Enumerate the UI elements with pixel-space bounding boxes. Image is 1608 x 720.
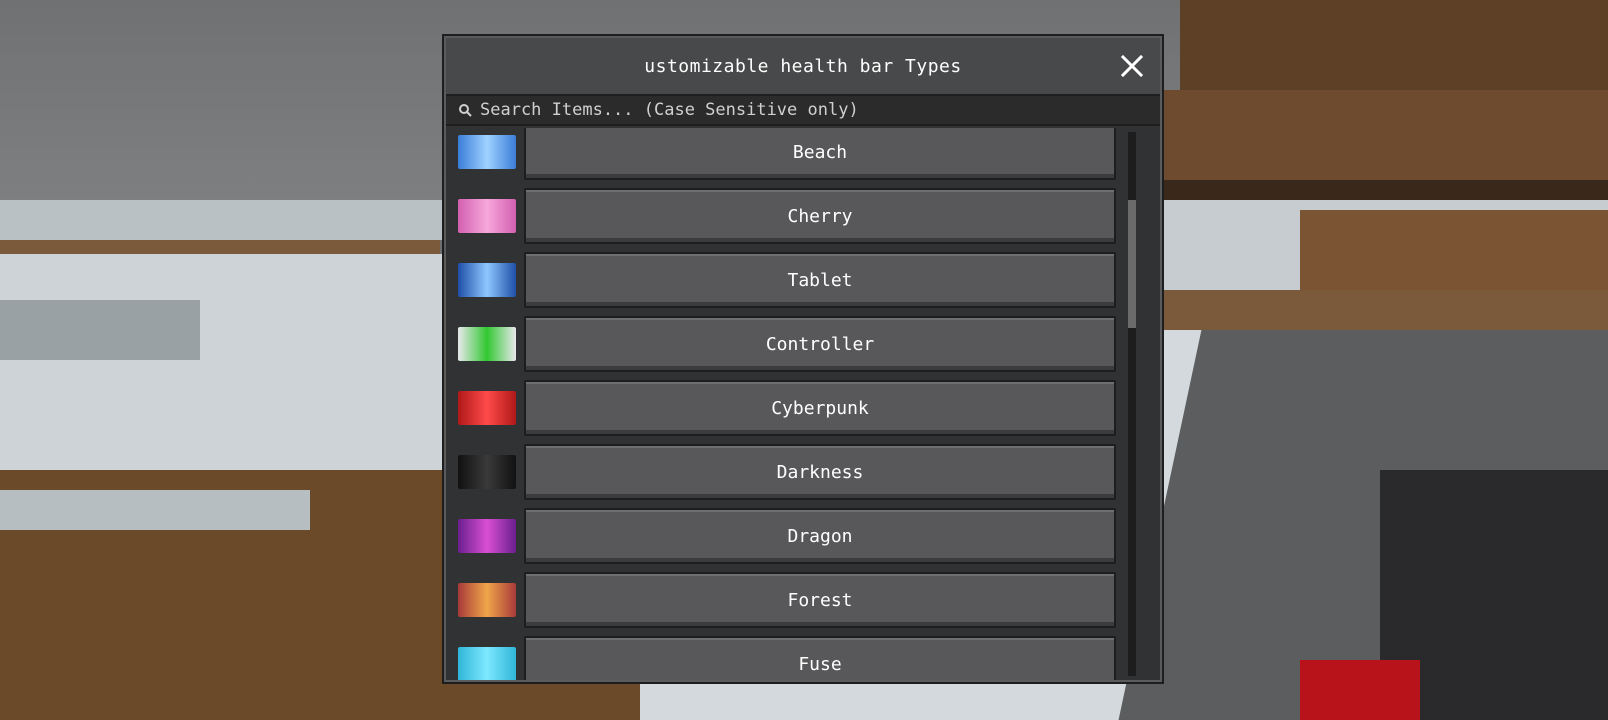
- red-item: [1300, 660, 1420, 720]
- health-bar-thumbnail: [458, 135, 516, 169]
- search-icon: [459, 104, 472, 117]
- item-label: Tablet: [787, 269, 853, 291]
- item-button[interactable]: Cyberpunk: [524, 380, 1116, 436]
- search-bar: [446, 96, 1160, 126]
- health-bar-thumbnail: [458, 455, 516, 489]
- health-bar-thumbnail: [458, 263, 516, 297]
- wood-roof-top: [1180, 0, 1608, 90]
- scrollbar-thumb[interactable]: [1128, 200, 1136, 328]
- close-icon: [1120, 54, 1144, 78]
- search-input[interactable]: [480, 100, 1120, 120]
- item-label: Cyberpunk: [771, 397, 869, 419]
- close-button[interactable]: [1118, 52, 1146, 80]
- health-bar-thumbnail: [458, 647, 516, 680]
- health-bar-thumbnail: [458, 327, 516, 361]
- item-label: Cherry: [787, 205, 853, 227]
- scrollbar-track[interactable]: [1128, 132, 1136, 676]
- item-button[interactable]: Controller: [524, 316, 1116, 372]
- item-button[interactable]: Darkness: [524, 444, 1116, 500]
- health-bar-thumbnail: [458, 519, 516, 553]
- list-item: Dragon: [446, 504, 1136, 568]
- list-item: Darkness: [446, 440, 1136, 504]
- item-label: Fuse: [798, 653, 842, 675]
- wood-roof: [1160, 90, 1608, 180]
- item-label: Controller: [765, 333, 875, 355]
- item-button[interactable]: Forest: [524, 572, 1116, 628]
- wood-wall: [1300, 210, 1608, 300]
- item-label: Forest: [787, 589, 853, 611]
- wood-shadow: [1150, 180, 1608, 200]
- health-bar-types-dialog: ustomizable health bar Types Beach Cherry…: [442, 34, 1164, 684]
- dirt-strip: [0, 240, 440, 254]
- list-item: Controller: [446, 312, 1136, 376]
- list-item: Cyberpunk: [446, 376, 1136, 440]
- list-item: Beach: [446, 128, 1136, 184]
- item-label: Beach: [792, 141, 848, 163]
- item-button[interactable]: Fuse: [524, 636, 1116, 680]
- list-item: Cherry: [446, 184, 1136, 248]
- item-button[interactable]: Beach: [524, 128, 1116, 180]
- dialog-titlebar: ustomizable health bar Types: [446, 38, 1160, 96]
- list-item: Tablet: [446, 248, 1136, 312]
- dialog-title: ustomizable health bar Types: [644, 55, 962, 77]
- list-item: Fuse: [446, 632, 1136, 680]
- snow-shadow: [0, 300, 200, 360]
- items-list: Beach Cherry Tablet Controller Cyberpunk Dark…: [446, 128, 1160, 680]
- health-bar-thumbnail: [458, 583, 516, 617]
- health-bar-thumbnail: [458, 391, 516, 425]
- item-label: Darkness: [776, 461, 864, 483]
- snow-ledge: [0, 200, 460, 240]
- health-bar-thumbnail: [458, 199, 516, 233]
- item-label: Dragon: [787, 525, 853, 547]
- snow-step: [0, 490, 310, 530]
- item-button[interactable]: Cherry: [524, 188, 1116, 244]
- list-item: Forest: [446, 568, 1136, 632]
- item-button[interactable]: Dragon: [524, 508, 1116, 564]
- item-button[interactable]: Tablet: [524, 252, 1116, 308]
